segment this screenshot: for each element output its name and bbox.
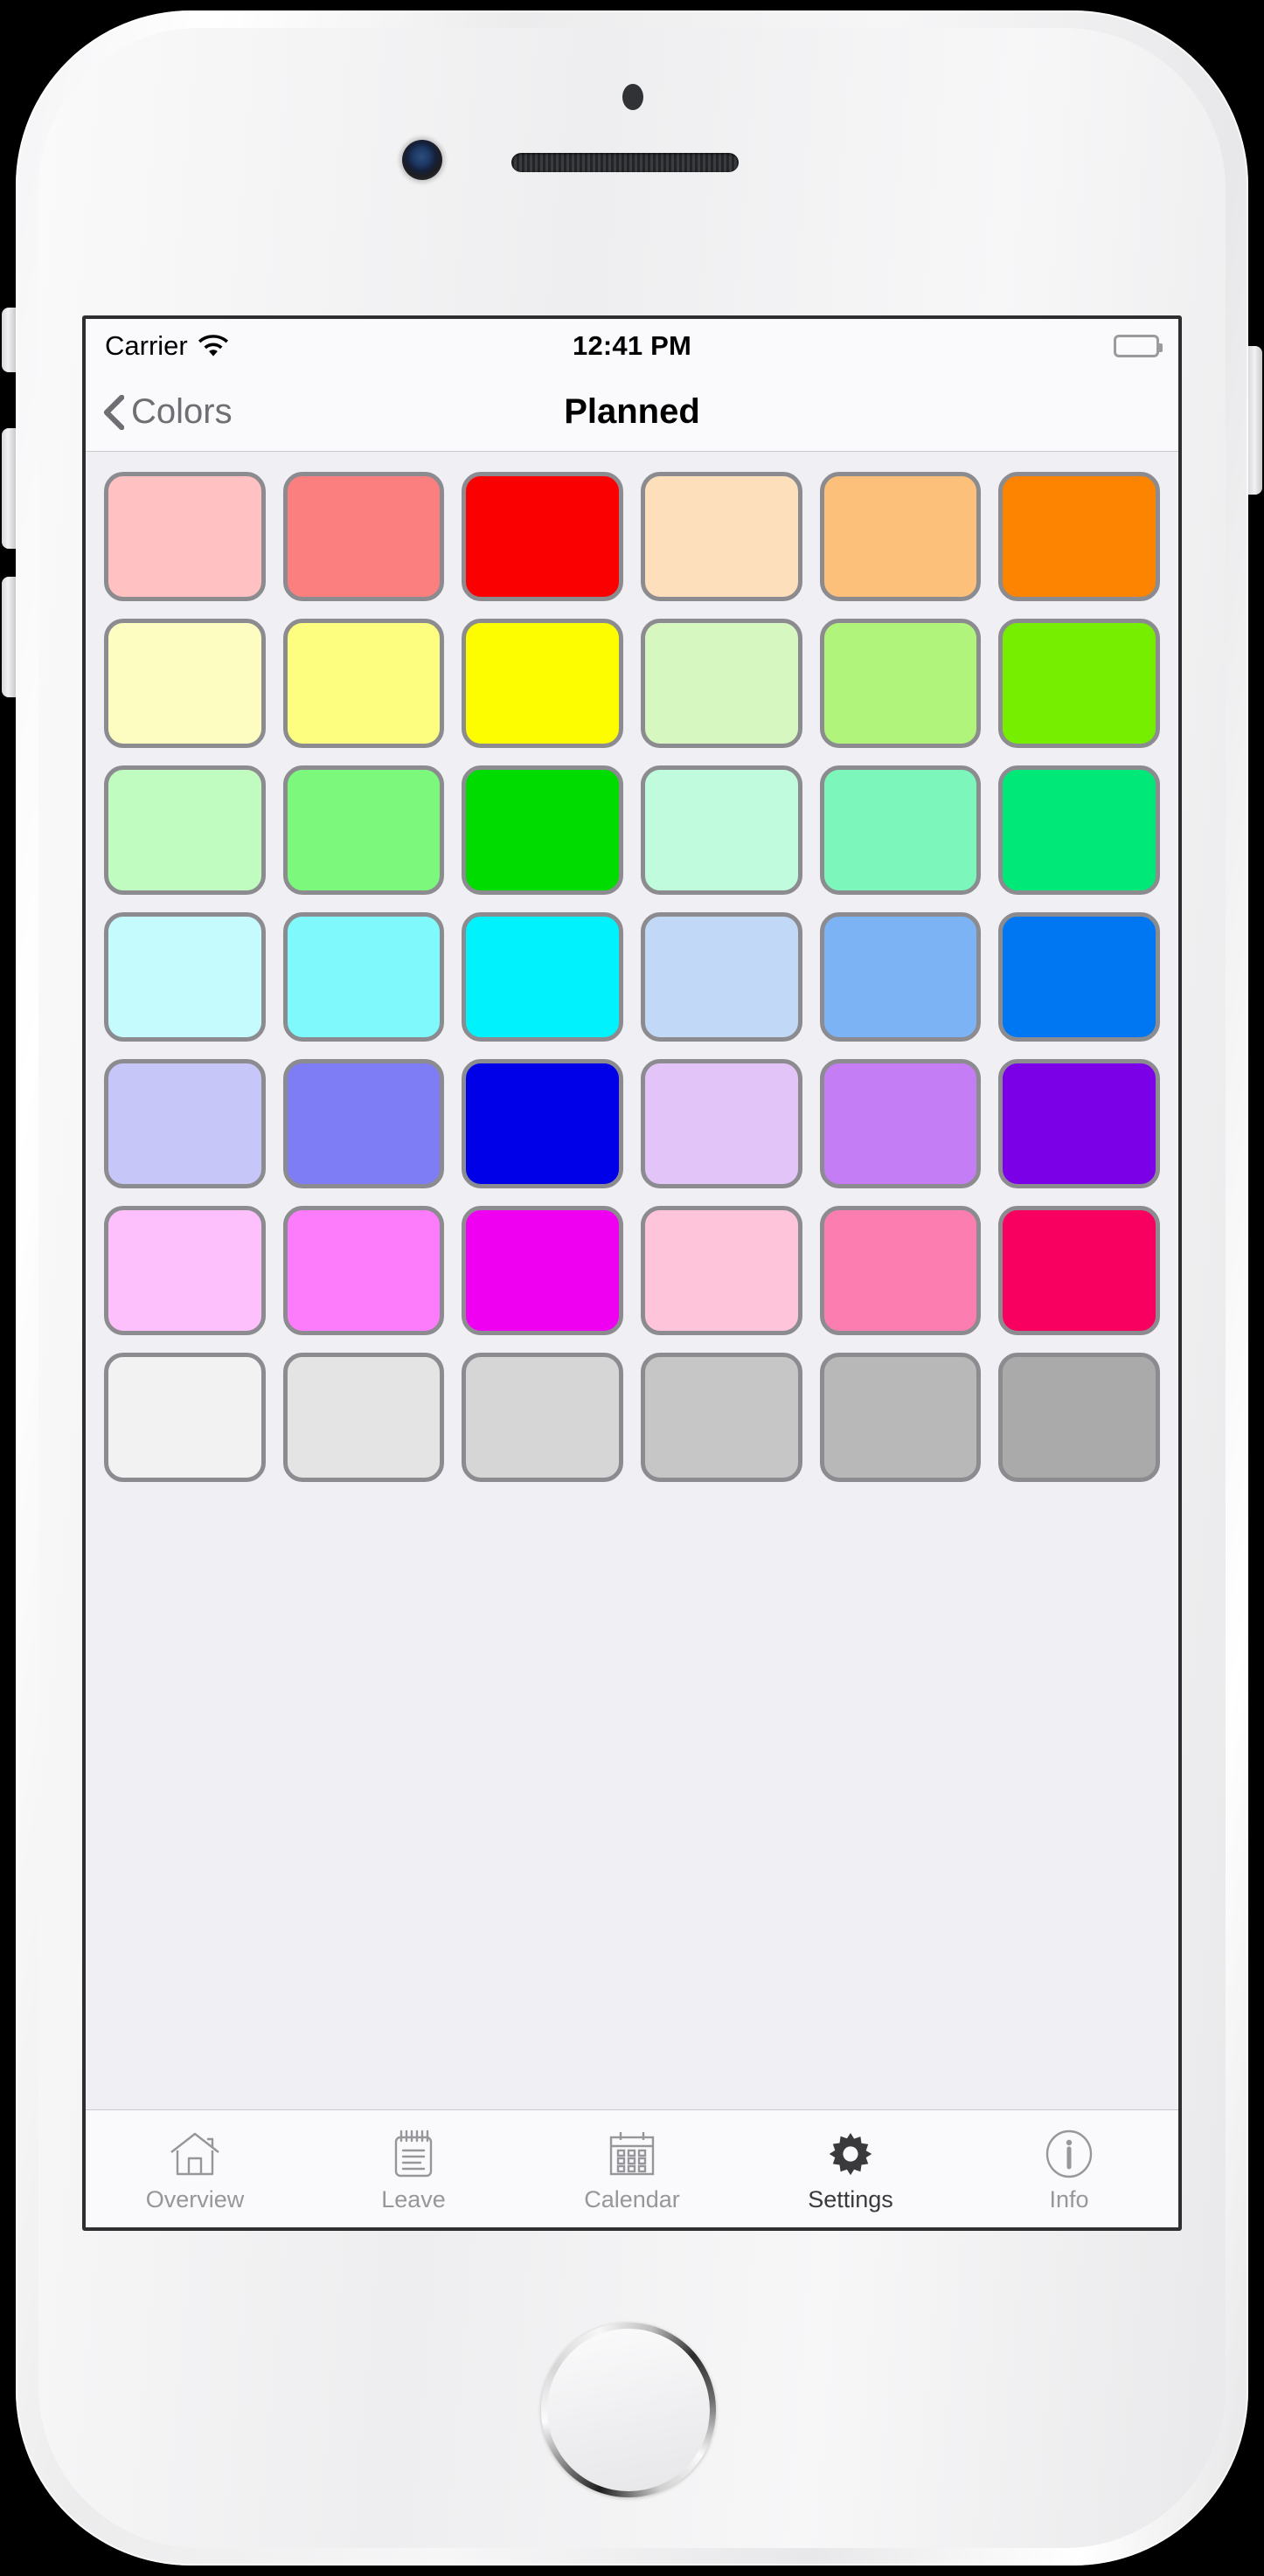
color-swatch-magenta[interactable] xyxy=(462,1206,623,1335)
color-swatch-violet[interactable] xyxy=(998,1059,1160,1188)
color-swatch-salmon[interactable] xyxy=(282,472,445,601)
color-swatch-hot-pink[interactable] xyxy=(819,1206,982,1335)
chevron-left-icon xyxy=(103,394,124,430)
silent-switch-button[interactable] xyxy=(2,308,16,372)
color-swatch-light-pink[interactable] xyxy=(104,472,266,601)
house-icon xyxy=(170,2127,220,2181)
color-swatch-chartreuse[interactable] xyxy=(998,619,1160,748)
color-swatch-pale-yellow-green[interactable] xyxy=(641,619,802,748)
color-swatch-grid xyxy=(86,452,1178,1502)
volume-up-button[interactable] xyxy=(2,428,16,549)
color-swatch-gray-92[interactable] xyxy=(282,1353,445,1482)
wifi-icon xyxy=(198,335,228,357)
color-swatch-lavender[interactable] xyxy=(104,1059,266,1188)
color-swatch-light-yellow[interactable] xyxy=(282,619,445,748)
tab-label: Info xyxy=(1049,2185,1089,2212)
tab-bar: Overview Leave Calendar Settings Info xyxy=(86,2109,1178,2227)
battery-full-icon xyxy=(1114,335,1163,357)
carrier-label: Carrier xyxy=(105,330,188,361)
color-swatch-gray-70[interactable] xyxy=(819,1353,982,1482)
status-bar-clock: 12:41 PM xyxy=(573,330,691,361)
color-swatch-pale-mint[interactable] xyxy=(641,765,802,895)
color-swatch-medium-violet[interactable] xyxy=(819,1059,982,1188)
color-swatch-light-magenta[interactable] xyxy=(282,1206,445,1335)
color-swatch-mint[interactable] xyxy=(819,765,982,895)
tab-info[interactable]: Info xyxy=(960,2110,1178,2227)
tab-label: Calendar xyxy=(584,2185,680,2212)
color-swatch-green[interactable] xyxy=(462,765,623,895)
tab-label: Leave xyxy=(381,2185,446,2212)
color-swatch-pure-blue[interactable] xyxy=(462,1059,623,1188)
color-swatch-pale-green[interactable] xyxy=(104,765,266,895)
color-swatch-peach[interactable] xyxy=(641,472,802,601)
color-swatch-deep-pink[interactable] xyxy=(998,1206,1160,1335)
tab-leave[interactable]: Leave xyxy=(304,2110,523,2227)
status-bar: Carrier 12:41 PM xyxy=(86,319,1178,373)
tab-label: Overview xyxy=(145,2185,245,2212)
info-circle-icon xyxy=(1045,2127,1093,2181)
color-swatch-light-green[interactable] xyxy=(282,765,445,895)
tab-label: Settings xyxy=(808,2185,893,2212)
tab-overview[interactable]: Overview xyxy=(86,2110,304,2227)
color-swatch-pale-cyan[interactable] xyxy=(104,912,266,1042)
calendar-icon xyxy=(608,2127,656,2181)
volume-down-button[interactable] xyxy=(2,577,16,697)
color-swatch-gray-84[interactable] xyxy=(462,1353,623,1482)
color-swatch-yellow[interactable] xyxy=(462,619,623,748)
front-camera-icon xyxy=(402,140,442,180)
color-swatch-periwinkle[interactable] xyxy=(282,1059,445,1188)
color-swatch-light-orange[interactable] xyxy=(819,472,982,601)
color-swatch-cyan[interactable] xyxy=(462,912,623,1042)
status-bar-right xyxy=(1114,335,1163,357)
color-swatch-blue[interactable] xyxy=(998,912,1160,1042)
color-swatch-orange[interactable] xyxy=(998,472,1160,601)
color-swatch-gray-64[interactable] xyxy=(998,1353,1160,1482)
navigation-bar: Colors Planned xyxy=(86,373,1178,452)
gear-icon xyxy=(825,2127,876,2181)
proximity-sensor-icon xyxy=(622,84,643,110)
color-swatch-near-white[interactable] xyxy=(104,1353,266,1482)
home-button[interactable] xyxy=(541,2323,716,2497)
color-swatch-gray-77[interactable] xyxy=(641,1353,802,1482)
color-swatch-pale-magenta[interactable] xyxy=(104,1206,266,1335)
iphone-device-frame: Carrier 12:41 PM Colors Planned Overview… xyxy=(0,0,1264,2576)
color-swatch-pale-blue[interactable] xyxy=(641,912,802,1042)
color-swatch-light-cyan[interactable] xyxy=(282,912,445,1042)
page-title: Planned xyxy=(564,392,700,431)
status-bar-left: Carrier xyxy=(105,330,228,362)
color-swatch-red[interactable] xyxy=(462,472,623,601)
color-swatch-spring-green[interactable] xyxy=(998,765,1160,895)
color-swatch-light-pink-2[interactable] xyxy=(641,1206,802,1335)
notepad-icon xyxy=(391,2127,436,2181)
color-swatch-light-yellow-green[interactable] xyxy=(819,619,982,748)
phone-screen: Carrier 12:41 PM Colors Planned Overview… xyxy=(82,315,1182,2231)
home-button-inner xyxy=(547,2329,710,2491)
earpiece-speaker xyxy=(511,153,739,172)
color-swatch-pale-violet[interactable] xyxy=(641,1059,802,1188)
back-button-label: Colors xyxy=(131,392,233,431)
tab-settings[interactable]: Settings xyxy=(741,2110,960,2227)
tab-calendar[interactable]: Calendar xyxy=(523,2110,741,2227)
color-swatch-cornflower-blue[interactable] xyxy=(819,912,982,1042)
power-button[interactable] xyxy=(1248,346,1262,495)
color-swatch-pale-yellow[interactable] xyxy=(104,619,266,748)
back-button[interactable]: Colors xyxy=(103,392,233,432)
